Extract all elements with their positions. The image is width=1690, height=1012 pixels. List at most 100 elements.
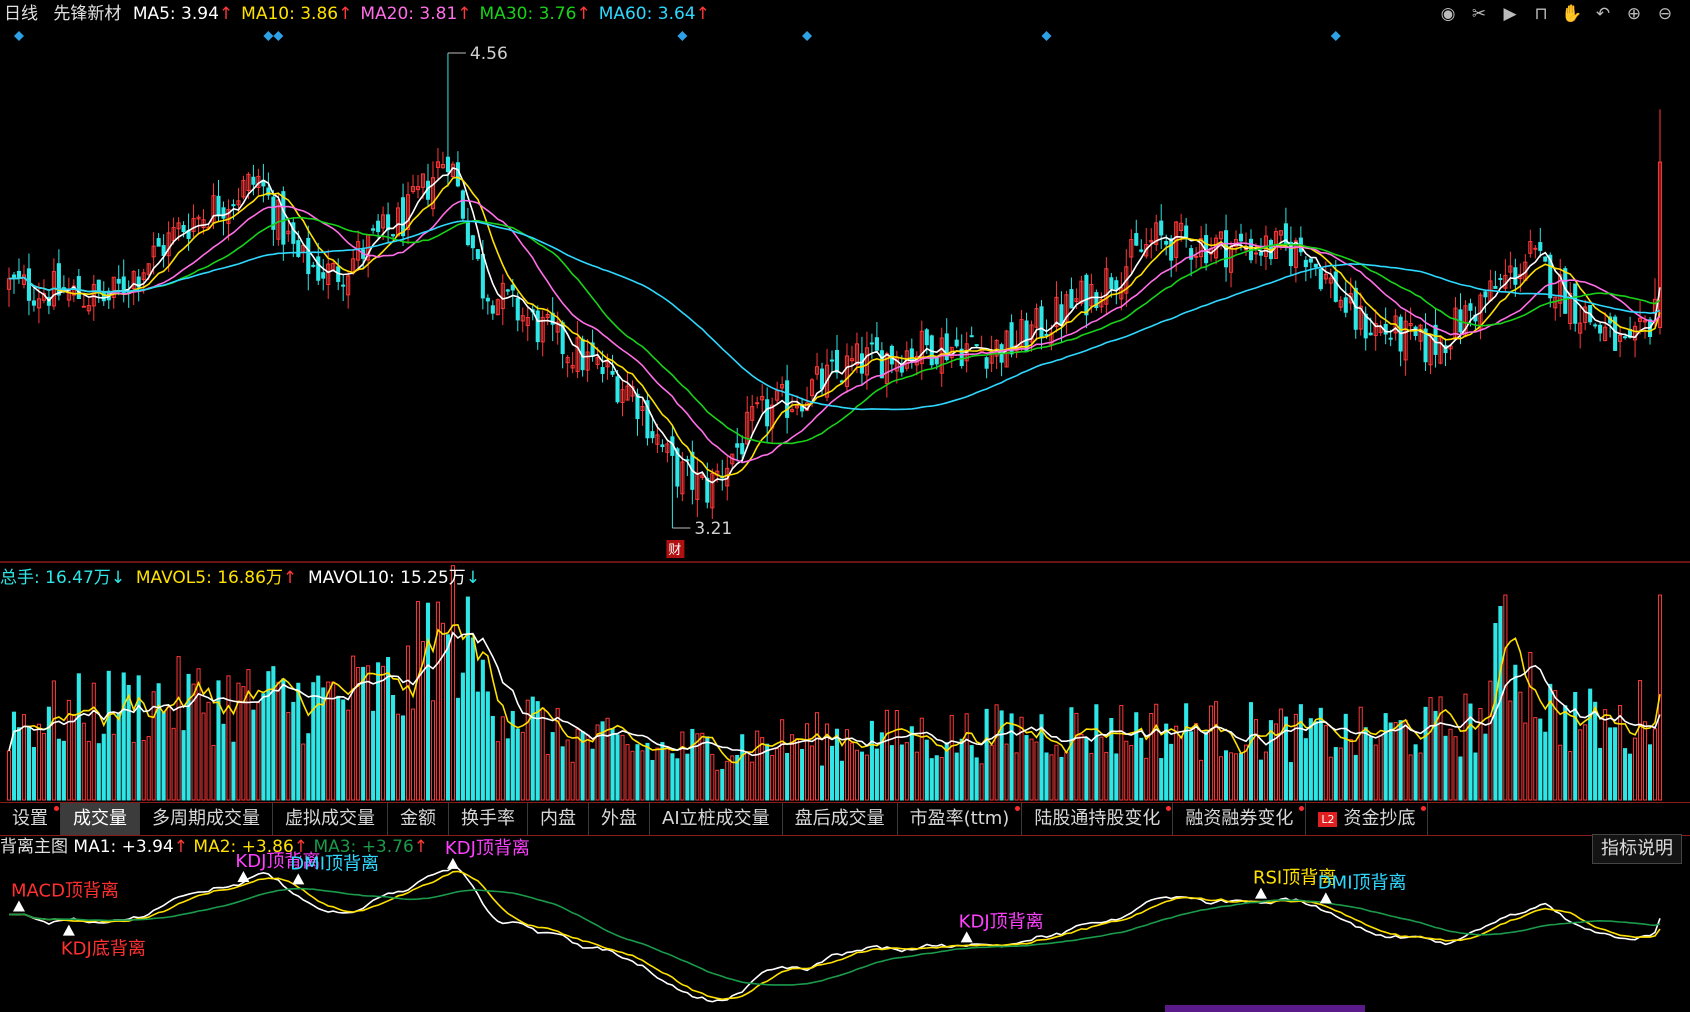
volume-bar — [1323, 725, 1328, 801]
indicator-title[interactable]: 背离主图 — [0, 837, 68, 857]
l2-badge: L2 — [1318, 811, 1338, 827]
event-diamond[interactable] — [1041, 31, 1052, 41]
volume-bar — [1418, 752, 1423, 801]
volume-bar — [1328, 756, 1333, 801]
candle-body — [765, 399, 770, 427]
tab-11[interactable]: 陆股通持股变化 — [1022, 803, 1174, 835]
volume-bar — [116, 713, 121, 801]
volume-bar — [540, 707, 545, 801]
candle-body — [610, 370, 615, 375]
candle-body — [1308, 258, 1313, 263]
volume-bar — [615, 734, 620, 801]
candle-body — [116, 278, 121, 284]
volume-bar — [71, 713, 76, 801]
tab-4[interactable]: 金额 — [388, 803, 449, 835]
volume-bar — [1054, 744, 1059, 801]
volume-bar — [1408, 754, 1413, 801]
volume-bar — [445, 634, 450, 801]
indicator-lines — [8, 866, 1661, 1003]
candle-body — [1114, 280, 1119, 290]
volume-bar — [954, 752, 959, 801]
volume-bar — [1642, 721, 1648, 801]
tab-12[interactable]: 融资融券变化 — [1173, 803, 1307, 835]
volume-bar — [251, 709, 256, 801]
volume-bar — [630, 750, 635, 801]
candle-body — [889, 345, 894, 365]
tab-5[interactable]: 换手率 — [449, 803, 528, 835]
tab-0[interactable]: 设置 — [0, 803, 61, 835]
volume-bar — [1483, 733, 1488, 801]
candle-body — [470, 235, 475, 249]
volume-bar — [381, 665, 386, 801]
volume-bar — [1258, 759, 1264, 801]
signal-label: KDJ顶背离 — [445, 838, 530, 859]
tab-7[interactable]: 外盘 — [589, 803, 650, 835]
volume-bar — [1293, 713, 1298, 801]
volume-bar — [1119, 705, 1124, 801]
volume-bar — [1074, 712, 1079, 801]
volume-bar — [1219, 756, 1224, 801]
candle-body — [490, 305, 495, 314]
tab-10[interactable]: 市盈率(ttm) — [898, 803, 1023, 835]
event-diamond[interactable] — [13, 31, 24, 41]
event-diamond[interactable] — [273, 31, 284, 41]
volume-bar — [36, 723, 41, 801]
volume-bar — [231, 741, 236, 801]
tab-dot — [1421, 806, 1427, 811]
tab-6[interactable]: 内盘 — [528, 803, 589, 835]
volume-bar — [161, 711, 166, 801]
mavol5-label: MAVOL5: — [135, 568, 212, 588]
candle-body — [984, 357, 989, 369]
event-diamond[interactable] — [1330, 31, 1341, 41]
scroll-indicator[interactable] — [1165, 1005, 1365, 1012]
volume-bar — [405, 645, 411, 801]
volume-bar — [1214, 701, 1219, 801]
ind-ma1-value: +3.94 — [121, 837, 174, 857]
event-diamond[interactable] — [677, 31, 688, 41]
candle-body — [306, 237, 311, 275]
candle-body — [81, 305, 86, 308]
volume-bar — [1308, 718, 1313, 801]
candle-body — [1498, 278, 1503, 281]
volume-bar — [1253, 719, 1259, 801]
tab-3[interactable]: 虚拟成交量 — [273, 803, 388, 835]
volume-bar — [51, 680, 56, 801]
volume-bar — [1503, 594, 1508, 801]
candle-body — [371, 228, 376, 231]
event-diamond[interactable] — [802, 31, 813, 41]
volume-bar — [465, 596, 470, 801]
volume-bar — [1139, 737, 1144, 801]
ind-ma3-arrow: ↑ — [413, 837, 429, 857]
event-diamond[interactable] — [263, 31, 274, 41]
volume-bar — [1348, 739, 1353, 801]
chart-canvas[interactable]: 4.56 3.21 财 MACD顶背离 KDJ底背离 KDJ顶背离 DMI顶背离 KDJ… — [0, 0, 1690, 1012]
ind-ma2-arrow: ↑ — [293, 837, 309, 857]
volume-bar — [1458, 756, 1463, 801]
candle-body — [31, 300, 36, 306]
volume-bar — [391, 695, 396, 801]
candle-body — [1388, 337, 1393, 340]
volume-bar — [126, 684, 131, 801]
volume-bar — [6, 750, 12, 801]
volume-bar — [775, 748, 780, 801]
finance-event-marker[interactable]: 财 — [668, 543, 681, 558]
volume-bar — [1513, 664, 1518, 801]
volume-bar — [685, 753, 690, 801]
volume-bar — [1228, 752, 1234, 801]
ind-ma3-label: MA3: — [313, 837, 357, 857]
volume-bar — [1373, 744, 1378, 801]
volume-bar — [1263, 751, 1269, 801]
tab-8[interactable]: AI立桩成交量 — [650, 803, 783, 835]
volume-bar — [1094, 704, 1099, 801]
volume-bar — [710, 753, 715, 801]
tab-2[interactable]: 多周期成交量 — [140, 803, 273, 835]
ind-ma1-label: MA1: — [73, 837, 117, 857]
tab-1[interactable]: 成交量 — [61, 803, 140, 835]
volume-bar — [680, 731, 685, 801]
volume-bar — [1024, 735, 1029, 801]
candle-body — [924, 329, 929, 346]
candle-body — [26, 268, 31, 301]
tab-9[interactable]: 盘后成交量 — [783, 803, 898, 835]
tab-13[interactable]: L2 资金抄底 — [1306, 803, 1429, 835]
indicator-explain-button[interactable]: 指标说明 — [1592, 834, 1682, 864]
